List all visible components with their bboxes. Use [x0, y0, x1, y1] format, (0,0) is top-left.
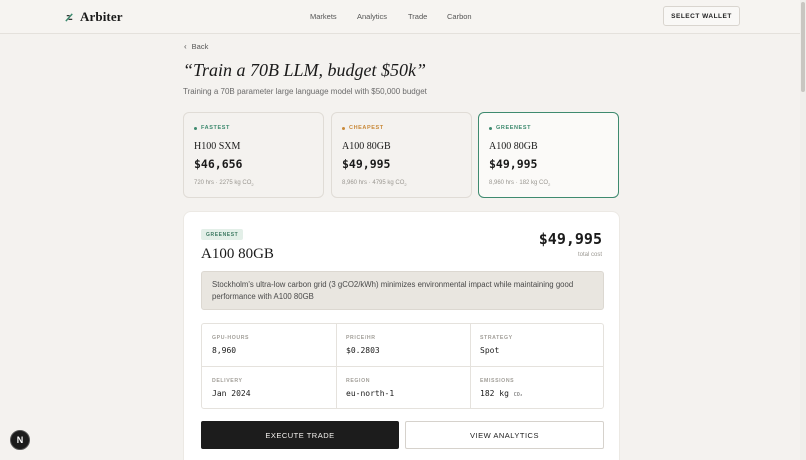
option-tag: GREENEST	[489, 125, 531, 131]
brand-logo[interactable]: Arbiter	[64, 9, 123, 25]
status-dot-icon	[194, 126, 197, 130]
stat-value: 182 kg CO₂	[480, 389, 523, 398]
option-meta: 8,960 hrs · 182 kg CO2	[489, 180, 551, 188]
logo-icon	[65, 12, 73, 22]
option-gpu: A100 80GB	[489, 141, 538, 152]
stat-label: REGION	[346, 378, 371, 384]
top-header: Arbiter Markets Analytics Trade Carbon S…	[0, 0, 806, 34]
stat-label: STRATEGY	[480, 335, 513, 341]
stat-value: Jan 2024	[212, 389, 251, 398]
stat-label: EMISSIONS	[480, 378, 515, 384]
option-meta: 720 hrs · 2275 kg CO2	[194, 180, 254, 188]
greenest-badge: GREENEST	[201, 229, 244, 240]
option-meta: 8,960 hrs · 4795 kg CO2	[342, 180, 407, 188]
scrollbar-thumb[interactable]	[801, 2, 805, 92]
stat-strategy: STRATEGY Spot	[470, 324, 603, 367]
stat-value: 8,960	[212, 346, 237, 355]
total-cost-value: $49,995	[538, 230, 602, 248]
page-subtitle: Training a 70B parameter large language …	[183, 87, 427, 96]
brand-name: Arbiter	[80, 9, 123, 24]
stat-delivery: DELIVERY Jan 2024	[202, 367, 336, 408]
option-gpu: A100 80GB	[342, 141, 391, 152]
stat-label: PRICE/HR	[346, 335, 376, 341]
stat-label: DELIVERY	[212, 378, 243, 384]
stat-emissions: EMISSIONS 182 kg CO₂	[470, 367, 603, 408]
option-tag-label: FASTEST	[201, 125, 230, 131]
recommendation-reason: Stockholm's ultra-low carbon grid (3 gCO…	[201, 271, 604, 310]
stat-region: REGION eu-north-1	[336, 367, 470, 408]
nav-markets[interactable]: Markets	[310, 12, 337, 21]
stat-value: $0.2803	[346, 346, 380, 355]
page-title: “Train a 70B LLM, budget $50k”	[183, 60, 427, 80]
stat-value: Spot	[480, 346, 500, 355]
option-tag-label: GREENEST	[496, 125, 532, 131]
stat-price-hr: PRICE/HR $0.2803	[336, 324, 470, 367]
option-price: $49,995	[342, 157, 391, 171]
view-analytics-button[interactable]: VIEW ANALYTICS	[405, 421, 604, 449]
option-card-cheapest[interactable]: CHEAPEST A100 80GB $49,995 8,960 hrs · 4…	[331, 112, 472, 198]
status-dot-icon	[489, 126, 492, 130]
execute-trade-button[interactable]: EXECUTE TRADE	[201, 421, 399, 449]
option-price: $49,995	[489, 157, 538, 171]
back-label: Back	[191, 42, 209, 51]
back-link[interactable]: ‹ Back	[184, 42, 208, 51]
option-gpu: H100 SXM	[194, 141, 241, 152]
option-tag: FASTEST	[194, 125, 230, 131]
option-price: $46,656	[194, 157, 243, 171]
select-wallet-button[interactable]: SELECT WALLET	[663, 6, 740, 26]
stat-value: eu-north-1	[346, 389, 395, 398]
chevron-left-icon: ‹	[184, 42, 187, 51]
nav-carbon[interactable]: Carbon	[447, 12, 472, 21]
option-card-fastest[interactable]: FASTEST H100 SXM $46,656 720 hrs · 2275 …	[183, 112, 324, 198]
assistant-fab-button[interactable]: N	[10, 430, 30, 450]
stat-gpu-hours: GPU-HOURS 8,960	[202, 324, 336, 367]
detail-gpu-title: A100 80GB	[201, 246, 274, 262]
status-dot-icon	[342, 126, 345, 130]
option-tag-label: CHEAPEST	[349, 125, 384, 131]
nav-analytics[interactable]: Analytics	[357, 12, 387, 21]
nav-trade[interactable]: Trade	[408, 12, 427, 21]
stats-grid: GPU-HOURS 8,960 PRICE/HR $0.2803 STRATEG…	[201, 323, 604, 409]
detail-panel: GREENEST A100 80GB $49,995 total cost St…	[183, 211, 620, 460]
option-tag: CHEAPEST	[342, 125, 384, 131]
total-cost-label: total cost	[577, 252, 602, 258]
stat-label: GPU-HOURS	[212, 335, 250, 341]
option-card-greenest[interactable]: GREENEST A100 80GB $49,995 8,960 hrs · 1…	[478, 112, 619, 198]
